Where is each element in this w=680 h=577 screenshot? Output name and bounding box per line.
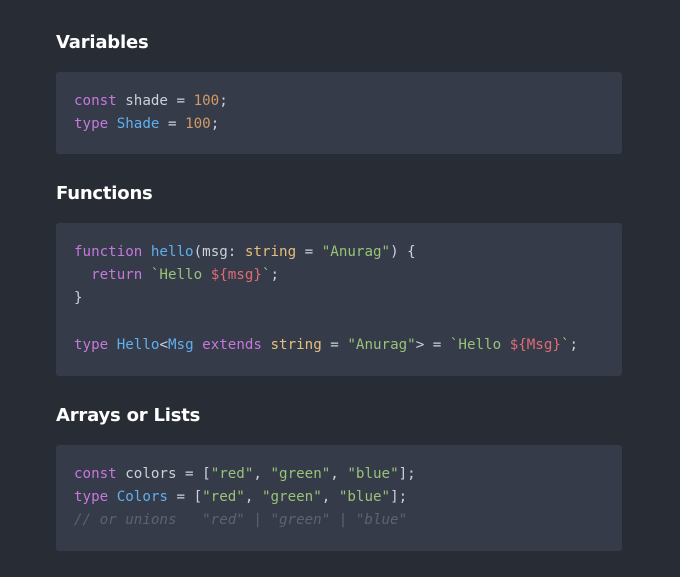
code-token: = (159, 116, 186, 133)
code-token: , (253, 466, 271, 482)
code-line: return `Hello ${msg}`; (74, 264, 604, 287)
code-token: ; (569, 336, 579, 353)
code-block-variables[interactable]: const shade = 100; type Shade = 100; (56, 72, 622, 154)
code-token: "red" (202, 489, 245, 506)
code-token: string (270, 336, 322, 353)
code-token: ${msg} (210, 267, 262, 284)
code-token: `Hello (449, 336, 510, 353)
code-token: `Hello (150, 267, 211, 284)
code-token: = (321, 336, 348, 353)
code-token: const (74, 93, 117, 109)
code-token: "red" (210, 466, 254, 482)
code-token: ; (270, 267, 280, 284)
code-block-functions[interactable]: function hello(msg: string = "Anurag") {… (56, 223, 622, 376)
code-token: string (244, 244, 297, 260)
code-token: "green" (261, 489, 322, 506)
code-token: < (159, 336, 168, 353)
code-token: hello (150, 244, 194, 260)
code-block-arrays-or-lists[interactable]: const colors = ["red", "green", "blue"];… (56, 445, 622, 551)
code-token: type (74, 116, 109, 133)
code-token: type (74, 489, 109, 506)
code-line: type Shade = 100; (74, 113, 604, 136)
code-token: (msg: (193, 244, 245, 260)
section-title-functions: Functions (56, 183, 153, 204)
code-token: ) { (390, 244, 416, 260)
code-token: const (74, 466, 117, 482)
code-token: extends (202, 336, 262, 353)
code-token: function (74, 244, 143, 260)
code-line: // or unions "red" | "green" | "blue" (74, 509, 604, 532)
code-token: shade = (116, 93, 194, 109)
code-token: type (74, 336, 109, 353)
code-token: , (321, 489, 339, 506)
code-token: Hello (116, 336, 160, 353)
code-token: } (74, 290, 83, 307)
code-token: Colors (116, 489, 168, 506)
code-token: = (296, 244, 322, 260)
section-title-variables: Variables (56, 32, 149, 53)
code-token: 100 (193, 93, 220, 109)
code-token: Msg (167, 336, 194, 353)
code-line: const shade = 100; (74, 90, 604, 113)
code-line: } (74, 287, 604, 310)
code-token: > = (415, 336, 450, 353)
code-token: ; (219, 93, 228, 109)
code-token: , (244, 489, 262, 506)
code-token: "Anurag" (347, 336, 416, 353)
code-token: return (91, 267, 143, 284)
code-token: // or unions "red" | "green" | "blue" (74, 512, 408, 529)
code-token: ]; (390, 489, 408, 506)
code-token: "green" (270, 466, 331, 482)
section-title-arrays-or-lists: Arrays or Lists (56, 405, 201, 426)
code-token: "Anurag" (321, 244, 391, 260)
code-line: type Hello<Msg extends string = "Anurag"… (74, 334, 604, 357)
code-token: ]; (398, 466, 416, 482)
code-token: Shade (116, 116, 160, 133)
code-line: type Colors = ["red", "green", "blue"]; (74, 486, 604, 509)
code-token: , (330, 466, 348, 482)
code-token: = [ (167, 489, 203, 506)
code-line: function hello(msg: string = "Anurag") { (74, 241, 604, 264)
code-token: ; (210, 116, 220, 133)
code-token: colors = [ (116, 466, 211, 482)
code-line: const colors = ["red", "green", "blue"]; (74, 463, 604, 486)
code-token: 100 (185, 116, 211, 133)
code-token: "blue" (347, 466, 399, 482)
code-token: ${Msg} (509, 336, 561, 353)
code-token: "blue" (338, 489, 391, 506)
